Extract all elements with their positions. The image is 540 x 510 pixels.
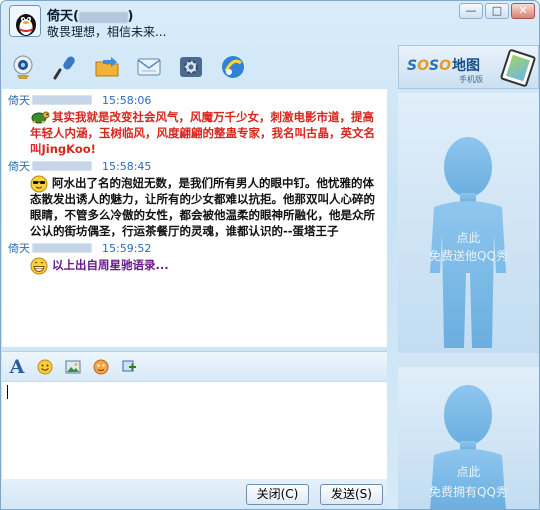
message-body: 以上出自周星驰语录...: [8, 257, 383, 275]
apps-icon: [222, 56, 244, 78]
title-bar[interactable]: 倚天(1155555) 敬畏理想，相信未来... — □ ✕: [1, 1, 539, 43]
font-icon[interactable]: A: [8, 356, 26, 378]
input-toolbar: A: [2, 351, 387, 381]
message-sender: 倚天: [8, 160, 30, 173]
message: 倚天 15:59:52 以上出自周星驰语录...: [8, 241, 383, 275]
chat-window: 倚天(1155555) 敬畏理想，相信未来... — □ ✕ 倚天 15:58…: [0, 0, 540, 510]
chat-toolbar: [7, 51, 249, 85]
minimize-button[interactable]: —: [459, 3, 483, 19]
send-button[interactable]: 发送(S): [320, 484, 383, 505]
gear-icon: [180, 57, 202, 77]
text-caret: [7, 385, 8, 399]
message-body: 其实我就是改变社会风气，风魔万千少女，刺激电影市道，提高年轻人内涵，玉树临风，风…: [8, 109, 383, 157]
qq-penguin-icon: [10, 6, 40, 36]
message-time: 15:58:45: [102, 160, 152, 173]
close-button[interactable]: 关闭(C): [246, 484, 309, 505]
video-call-button[interactable]: [7, 51, 39, 83]
contact-qq-number: 1155555: [78, 12, 128, 23]
message-text: 其实我就是改变社会风气，风魔万千少女，刺激电影市道，提高年轻人内涵，玉树临风，风…: [30, 110, 375, 156]
image-icon[interactable]: [64, 358, 82, 376]
magic-face-icon[interactable]: [92, 358, 110, 376]
contact-name-text: 倚天(: [47, 9, 79, 24]
message-sender-qq: [32, 95, 92, 105]
message-header: 倚天 15:58:45: [8, 159, 383, 175]
message-header: 倚天 15:58:06: [8, 93, 383, 109]
message-sender: 倚天: [8, 242, 30, 255]
smiley-icon[interactable]: [36, 358, 54, 376]
logo-letter: O: [417, 58, 429, 74]
contact-name-close: ): [127, 9, 134, 24]
message-time: 15:59:52: [102, 242, 152, 255]
my-qq-show-tip-line2[interactable]: 免费拥有QQ秀: [398, 483, 539, 500]
logo-text: 地图: [452, 58, 480, 74]
microphone-icon: [53, 56, 75, 80]
my-qq-show[interactable]: 点此 免费拥有QQ秀: [398, 367, 539, 509]
contact-name: 倚天(1155555): [47, 5, 133, 24]
contact-avatar[interactable]: [9, 5, 41, 37]
message-list: 倚天 15:58:06 其实我就是改变社会风气，风魔万千少女，刺激电影市道，提高年…: [8, 93, 383, 275]
mail-icon: [137, 58, 161, 76]
action-bar: 关闭(C) 发送(S): [2, 479, 387, 509]
message-header: 倚天 15:59:52: [8, 241, 383, 257]
message-text: 以上出自周星驰语录...: [52, 258, 169, 272]
more-apps-button[interactable]: [217, 51, 249, 83]
message: 倚天 15:58:45 阿水出了名的泡妞无数，是我们所有男人的眼中钉。他忧雅的体态…: [8, 159, 383, 239]
message-input[interactable]: [2, 381, 387, 479]
contact-signature: 敬畏理想，相信未来...: [47, 25, 167, 39]
logo-letter: O: [439, 58, 451, 74]
grin-emoticon-icon: [30, 257, 48, 279]
qq-show-tip-line1: 点此: [456, 231, 481, 245]
message-sender-qq: [32, 161, 92, 171]
message-text: 阿水出了名的泡妞无数，是我们所有男人的眼中钉。他忧雅的体态散发出诱人的魅力，让所…: [30, 176, 375, 238]
soso-map-logo: SOSO地图: [407, 55, 480, 75]
soso-map-ad[interactable]: SOSO地图 手机版: [398, 45, 539, 89]
screenshot-icon[interactable]: [120, 358, 138, 376]
message: 倚天 15:58:06 其实我就是改变社会风气，风魔万千少女，刺激电影市道，提高年…: [8, 93, 383, 157]
app-settings-button[interactable]: [175, 51, 207, 83]
voice-call-button[interactable]: [49, 51, 81, 83]
logo-letter: S: [429, 58, 440, 74]
webcam-icon: [13, 55, 33, 79]
soso-map-subtitle: 手机版: [459, 75, 483, 84]
qq-show-tip-line2[interactable]: 免费送他QQ秀: [398, 247, 539, 264]
right-panel: SOSO地图 手机版 点此 免费送他QQ秀 点此 免费拥有QQ秀: [398, 45, 539, 509]
close-window-button[interactable]: ✕: [511, 3, 535, 19]
message-sender: 倚天: [8, 94, 30, 107]
contact-qq-show[interactable]: 点此 免费送他QQ秀: [398, 93, 539, 353]
message-time: 15:58:06: [102, 94, 152, 107]
my-qq-show-tip-line1: 点此: [456, 465, 481, 479]
send-sms-button[interactable]: [133, 51, 165, 83]
folder-icon: [95, 57, 119, 77]
maximize-button[interactable]: □: [485, 3, 509, 19]
cool-sunglasses-emoticon-icon: [30, 175, 48, 197]
logo-letter: S: [407, 58, 418, 74]
send-file-button[interactable]: [91, 51, 123, 83]
chat-history[interactable]: 倚天 15:58:06 其实我就是改变社会风气，风魔万千少女，刺激电影市道，提高年…: [2, 89, 387, 347]
message-body: 阿水出了名的泡妞无数，是我们所有男人的眼中钉。他忧雅的体态散发出诱人的魅力，让所…: [8, 175, 383, 239]
message-sender-qq: [32, 243, 92, 253]
turtle-emoticon-icon: [30, 109, 50, 129]
window-controls: — □ ✕: [459, 3, 535, 19]
phone-icon: [499, 48, 537, 88]
